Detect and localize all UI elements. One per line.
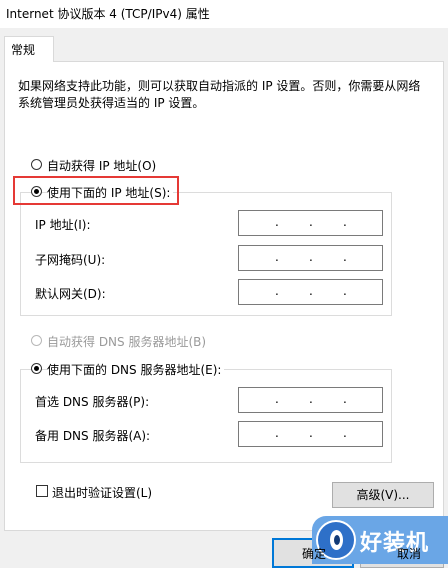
dns-group-box [20, 369, 392, 463]
default-gateway-dot: . [343, 284, 347, 298]
validate-on-exit-checkbox[interactable] [36, 485, 48, 497]
tab-general[interactable]: 常规 [4, 36, 54, 62]
ok-button-label: 确定 [302, 547, 327, 561]
default-gateway-input[interactable]: ... [238, 279, 383, 305]
default-gateway-dot: . [309, 284, 313, 298]
preferred-dns-dot: . [309, 392, 313, 406]
validate-on-exit-label: 退出时验证设置(L) [52, 486, 153, 500]
subnet-mask-dot: . [343, 250, 347, 264]
subnet-mask-dot: . [309, 250, 313, 264]
default-gateway-dot: . [275, 284, 279, 298]
alternate-dns-label: 备用 DNS 服务器(A): [35, 429, 151, 443]
ip-address-dot: . [309, 215, 313, 229]
auto-dns-radio-dot[interactable] [31, 335, 42, 346]
preferred-dns-dot: . [275, 392, 279, 406]
alternate-dns-dot: . [309, 426, 313, 440]
watermark-badge: 好装机 [312, 516, 448, 564]
alternate-dns-input[interactable]: ... [238, 421, 383, 447]
ip-address-dot: . [275, 215, 279, 229]
manual-ip-radio-dot[interactable] [31, 186, 42, 197]
subnet-mask-dot: . [275, 250, 279, 264]
advanced-button[interactable]: 高级(V)... [332, 482, 434, 508]
ip-address-label: IP 地址(I): [35, 218, 91, 232]
description-text: 如果网络支持此功能，则可以获取自动指派的 IP 设置。否则，你需要从网络系统管理… [18, 79, 421, 110]
window-title: Internet 协议版本 4 (TCP/IPv4) 属性 [6, 7, 210, 21]
title-bar: Internet 协议版本 4 (TCP/IPv4) 属性 [0, 0, 448, 29]
auto-ip-label: 自动获得 IP 地址(O) [47, 159, 157, 173]
default-gateway-label: 默认网关(D): [35, 287, 106, 301]
ip-address-input[interactable]: ... [238, 210, 383, 236]
preferred-dns-input[interactable]: ... [238, 387, 383, 413]
manual-ip-label: 使用下面的 IP 地址(S): [47, 184, 174, 201]
tab-general-label: 常规 [11, 43, 36, 57]
auto-ip-radio-dot[interactable] [31, 159, 42, 170]
subnet-mask-input[interactable]: ... [238, 245, 383, 271]
ip-address-dot: . [343, 215, 347, 229]
preferred-dns-label: 首选 DNS 服务器(P): [35, 395, 150, 409]
preferred-dns-dot: . [343, 392, 347, 406]
manual-dns-label: 使用下面的 DNS 服务器地址(E): [47, 361, 225, 378]
auto-dns-label: 自动获得 DNS 服务器地址(B) [47, 335, 207, 349]
cancel-button-label: 取消 [397, 547, 422, 561]
tab-strip [0, 28, 448, 62]
subnet-mask-label: 子网掩码(U): [35, 253, 106, 267]
alternate-dns-dot: . [275, 426, 279, 440]
manual-dns-radio-dot[interactable] [31, 363, 42, 374]
alternate-dns-dot: . [343, 426, 347, 440]
